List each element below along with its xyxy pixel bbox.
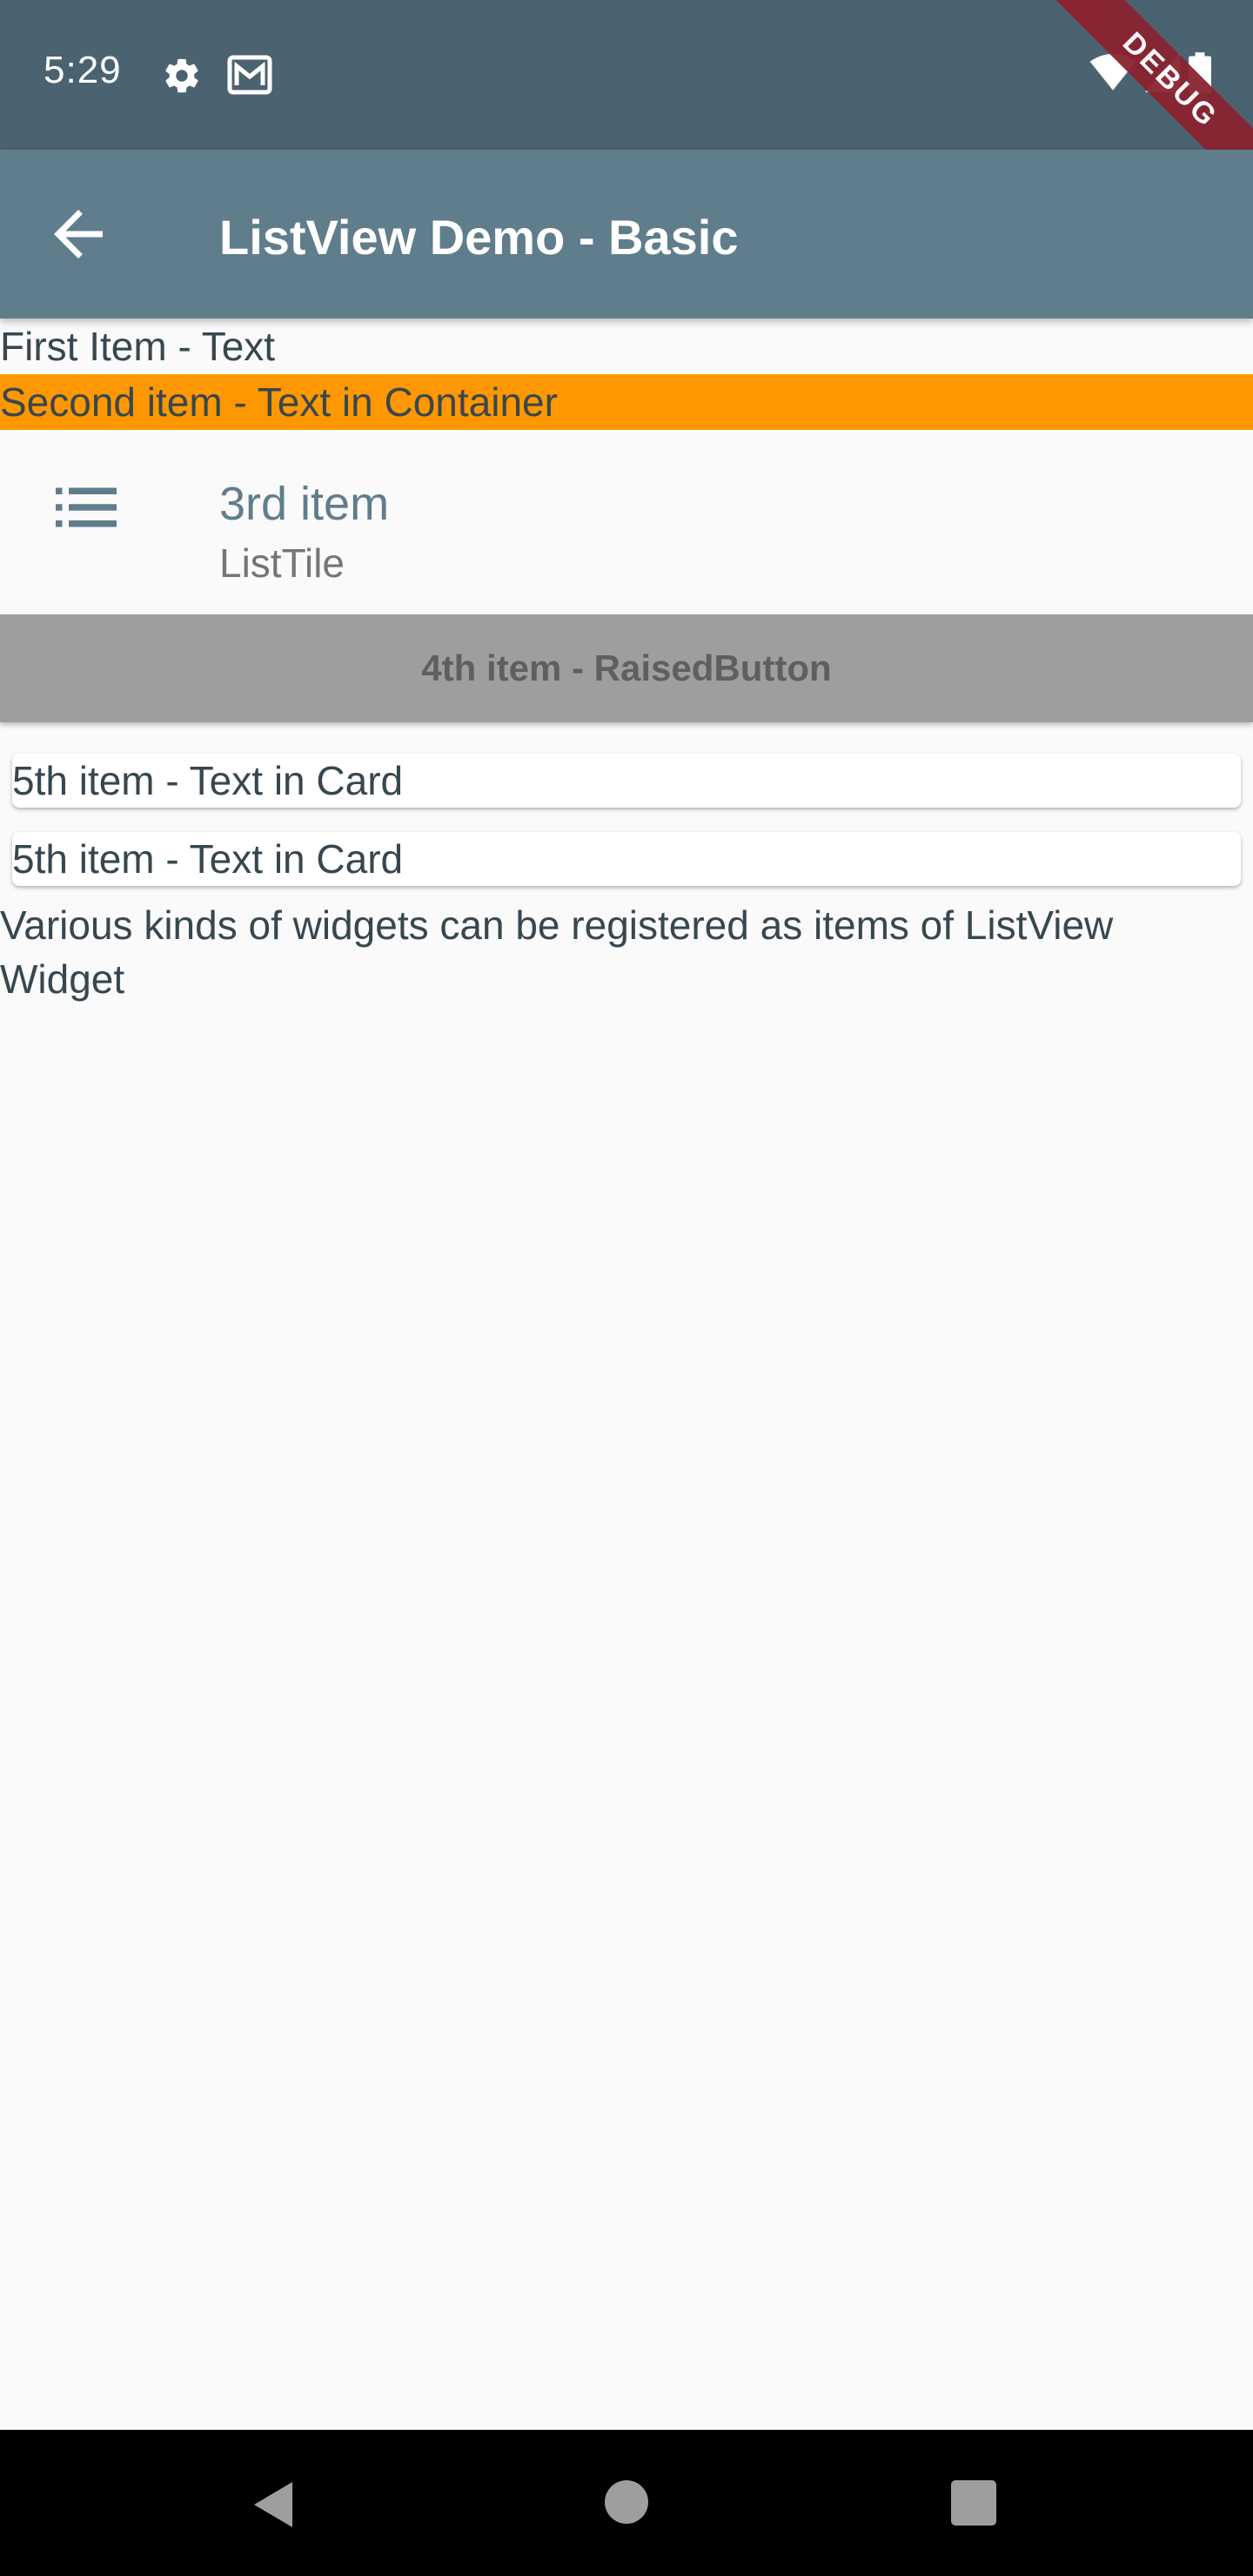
card-item: 5th item - Text in Card: [12, 832, 1241, 886]
settings-icon: [165, 58, 198, 93]
list-view[interactable]: First Item - Text Second item - Text in …: [0, 319, 1253, 1006]
card-item-label: 5th item - Text in Card: [12, 758, 404, 803]
status-bar: 5:29 DEBUG: [0, 0, 1253, 199]
mail-icon: [227, 55, 272, 95]
list-item-container-label: Second item - Text in Container: [0, 379, 558, 425]
back-triangle-icon[interactable]: [251, 2479, 296, 2531]
navigation-bar: [0, 2430, 1253, 2576]
recents-square-icon[interactable]: [951, 2480, 996, 2526]
card-item: 5th item - Text in Card: [12, 754, 1241, 808]
list-item-tile[interactable]: 3rd item ListTile: [0, 430, 1253, 606]
status-time: 5:29: [44, 49, 122, 91]
card-item-label: 5th item - Text in Card: [12, 836, 404, 882]
list-tile-title: 3rd item: [219, 478, 390, 530]
page-title: ListView Demo - Basic: [219, 210, 739, 265]
list-item-container: Second item - Text in Container: [0, 374, 1253, 430]
list-icon: [56, 487, 117, 527]
list-item-first: First Item - Text: [0, 324, 276, 369]
list-tile-subtitle: ListTile: [219, 540, 345, 586]
home-circle-icon[interactable]: [605, 2480, 648, 2524]
description-text: Various kinds of widgets can be register…: [0, 902, 1114, 1002]
app-bar: ListView Demo - Basic: [0, 150, 1253, 319]
arrow-back-icon[interactable]: [42, 198, 115, 271]
raised-button[interactable]: 4th item - RaisedButton: [0, 614, 1253, 722]
